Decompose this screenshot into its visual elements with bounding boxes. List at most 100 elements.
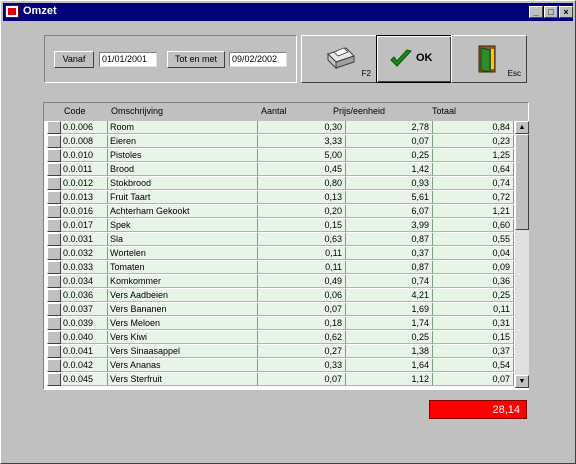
row-selector[interactable] [47, 191, 61, 204]
row-selector[interactable] [47, 205, 61, 218]
cell-quantity[interactable]: 0,20 [258, 205, 346, 218]
ok-button[interactable]: OK [376, 35, 452, 83]
table-row[interactable]: 0.0.010 Pistoles 5,00 0,25 1,25 [44, 149, 514, 162]
cell-total[interactable]: 0,25 [433, 289, 514, 302]
cell-unit-price[interactable]: 1,64 [346, 359, 433, 372]
cell-code[interactable]: 0.0.006 [61, 121, 108, 134]
to-date-button[interactable]: Tot en met [167, 51, 225, 68]
cell-quantity[interactable]: 0,62 [258, 331, 346, 344]
cell-quantity[interactable]: 0,11 [258, 261, 346, 274]
exit-button[interactable]: Esc [451, 35, 527, 83]
cell-quantity[interactable]: 0,45 [258, 163, 346, 176]
table-row[interactable]: 0.0.045 Vers Sterfruit 0,07 1,12 0,07 [44, 373, 514, 386]
cell-total[interactable]: 0,55 [433, 233, 514, 246]
table-row[interactable]: 0.0.036 Vers Aadbeien 0,06 4,21 0,25 [44, 289, 514, 302]
column-header-unit-price[interactable]: Prijs/eenheid [333, 106, 385, 116]
cell-unit-price[interactable]: 0,87 [346, 261, 433, 274]
row-selector[interactable] [47, 149, 61, 162]
row-selector[interactable] [47, 359, 61, 372]
cell-unit-price[interactable]: 1,74 [346, 317, 433, 330]
row-selector[interactable] [47, 163, 61, 176]
cell-total[interactable]: 1,21 [433, 205, 514, 218]
cell-code[interactable]: 0.0.042 [61, 359, 108, 372]
vertical-scrollbar[interactable]: ▲ ▼ [515, 121, 529, 388]
cell-description[interactable]: Room [108, 121, 258, 134]
table-row[interactable]: 0.0.032 Wortelen 0,11 0,37 0,04 [44, 247, 514, 260]
minimize-button[interactable]: _ [529, 6, 543, 18]
cell-description[interactable]: Vers Aadbeien [108, 289, 258, 302]
cell-total[interactable]: 0,07 [433, 373, 514, 386]
cell-description[interactable]: Vers Sterfruit [108, 373, 258, 386]
cell-code[interactable]: 0.0.031 [61, 233, 108, 246]
table-row[interactable]: 0.0.006 Room 0,30 2,78 0,84 [44, 121, 514, 134]
cell-total[interactable]: 0,84 [433, 121, 514, 134]
cell-description[interactable]: Fruit Taart [108, 191, 258, 204]
cell-description[interactable]: Vers Meloen [108, 317, 258, 330]
row-selector[interactable] [47, 219, 61, 232]
cell-code[interactable]: 0.0.013 [61, 191, 108, 204]
print-button[interactable]: F2 [301, 35, 377, 83]
cell-quantity[interactable]: 0,06 [258, 289, 346, 302]
table-row[interactable]: 0.0.011 Brood 0,45 1,42 0,64 [44, 163, 514, 176]
cell-unit-price[interactable]: 0,74 [346, 275, 433, 288]
cell-unit-price[interactable]: 0,87 [346, 233, 433, 246]
cell-total[interactable]: 0,74 [433, 177, 514, 190]
row-selector[interactable] [47, 177, 61, 190]
cell-description[interactable]: Vers Kiwi [108, 331, 258, 344]
cell-unit-price[interactable]: 3,99 [346, 219, 433, 232]
cell-total[interactable]: 0,31 [433, 317, 514, 330]
cell-unit-price[interactable]: 0,93 [346, 177, 433, 190]
table-row[interactable]: 0.0.013 Fruit Taart 0,13 5,61 0,72 [44, 191, 514, 204]
cell-unit-price[interactable]: 1,42 [346, 163, 433, 176]
cell-description[interactable]: Spek [108, 219, 258, 232]
cell-code[interactable]: 0.0.040 [61, 331, 108, 344]
cell-code[interactable]: 0.0.011 [61, 163, 108, 176]
cell-unit-price[interactable]: 0,37 [346, 247, 433, 260]
cell-total[interactable]: 0,04 [433, 247, 514, 260]
cell-description[interactable]: Achterham Gekookt [108, 205, 258, 218]
cell-total[interactable]: 1,25 [433, 149, 514, 162]
cell-unit-price[interactable]: 4,21 [346, 289, 433, 302]
cell-description[interactable]: Stokbrood [108, 177, 258, 190]
cell-description[interactable]: Vers Sinaasappel [108, 345, 258, 358]
cell-quantity[interactable]: 0,11 [258, 247, 346, 260]
cell-code[interactable]: 0.0.033 [61, 261, 108, 274]
row-selector[interactable] [47, 289, 61, 302]
table-row[interactable]: 0.0.040 Vers Kiwi 0,62 0,25 0,15 [44, 331, 514, 344]
row-selector[interactable] [47, 317, 61, 330]
row-selector[interactable] [47, 303, 61, 316]
row-selector[interactable] [47, 121, 61, 134]
cell-description[interactable]: Tomaten [108, 261, 258, 274]
row-selector[interactable] [47, 373, 61, 386]
scroll-thumb[interactable] [515, 134, 529, 230]
table-row[interactable]: 0.0.008 Eieren 3,33 0,07 0,23 [44, 135, 514, 148]
table-row[interactable]: 0.0.041 Vers Sinaasappel 0,27 1,38 0,37 [44, 345, 514, 358]
cell-total[interactable]: 0,09 [433, 261, 514, 274]
table-row[interactable]: 0.0.031 Sla 0,63 0,87 0,55 [44, 233, 514, 246]
cell-code[interactable]: 0.0.037 [61, 303, 108, 316]
scroll-down-button[interactable]: ▼ [515, 375, 529, 388]
table-row[interactable]: 0.0.017 Spek 0,15 3,99 0,60 [44, 219, 514, 232]
cell-total[interactable]: 0,60 [433, 219, 514, 232]
cell-quantity[interactable]: 5,00 [258, 149, 346, 162]
cell-code[interactable]: 0.0.017 [61, 219, 108, 232]
cell-quantity[interactable]: 0,63 [258, 233, 346, 246]
cell-code[interactable]: 0.0.039 [61, 317, 108, 330]
cell-code[interactable]: 0.0.016 [61, 205, 108, 218]
cell-code[interactable]: 0.0.034 [61, 275, 108, 288]
cell-total[interactable]: 0,23 [433, 135, 514, 148]
cell-description[interactable]: Vers Ananas [108, 359, 258, 372]
column-header-code[interactable]: Code [64, 106, 86, 116]
table-row[interactable]: 0.0.039 Vers Meloen 0,18 1,74 0,31 [44, 317, 514, 330]
cell-quantity[interactable]: 0,15 [258, 219, 346, 232]
cell-total[interactable]: 0,11 [433, 303, 514, 316]
cell-description[interactable]: Sla [108, 233, 258, 246]
cell-quantity[interactable]: 0,49 [258, 275, 346, 288]
table-row[interactable]: 0.0.037 Vers Bananen 0,07 1,69 0,11 [44, 303, 514, 316]
cell-quantity[interactable]: 0,80 [258, 177, 346, 190]
column-header-quantity[interactable]: Aantal [261, 106, 287, 116]
cell-description[interactable]: Eieren [108, 135, 258, 148]
column-header-total[interactable]: Totaal [432, 106, 456, 116]
cell-description[interactable]: Vers Bananen [108, 303, 258, 316]
cell-quantity[interactable]: 0,13 [258, 191, 346, 204]
